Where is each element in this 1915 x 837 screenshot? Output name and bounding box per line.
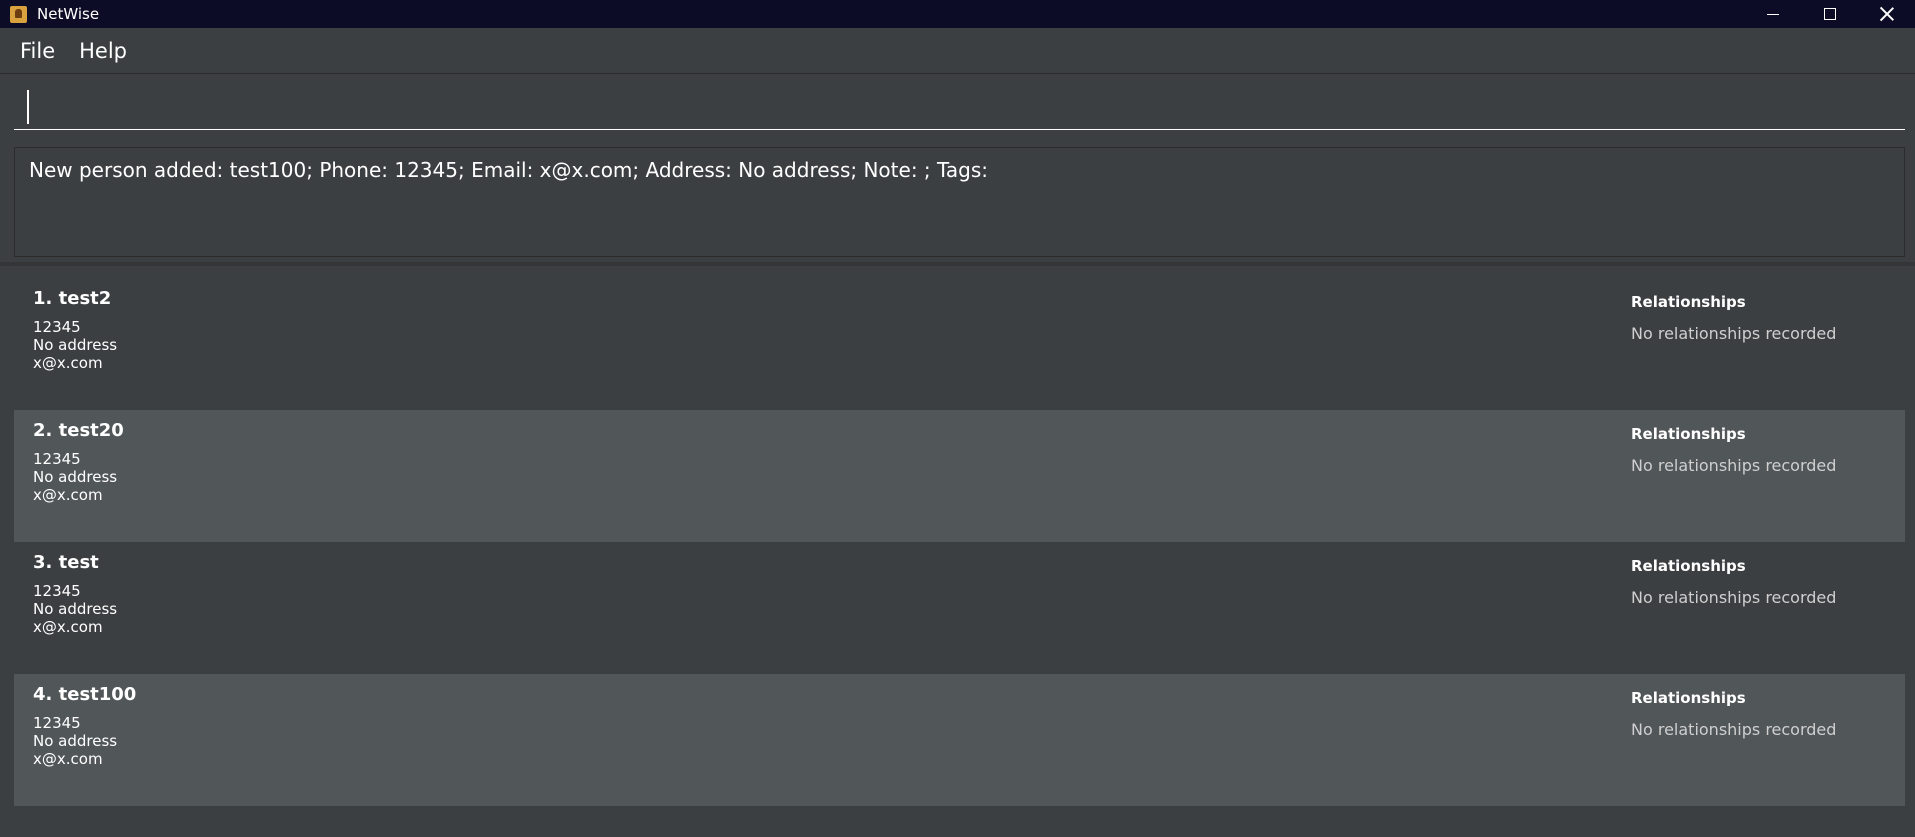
person-phone: 12345 bbox=[33, 450, 81, 468]
relationships-title: Relationships bbox=[1631, 293, 1746, 311]
relationships-text: No relationships recorded bbox=[1631, 720, 1837, 739]
relationships-text: No relationships recorded bbox=[1631, 588, 1837, 607]
command-input[interactable] bbox=[14, 86, 1905, 130]
divider bbox=[0, 262, 1915, 266]
command-box-area bbox=[0, 74, 1915, 142]
relationships-text: No relationships recorded bbox=[1631, 456, 1837, 475]
person-list[interactable]: 1. test2 12345 No address x@x.com Relati… bbox=[14, 278, 1905, 808]
minimize-icon bbox=[1766, 13, 1779, 15]
close-icon bbox=[1880, 7, 1894, 21]
close-button[interactable] bbox=[1858, 0, 1915, 28]
person-email: x@x.com bbox=[33, 354, 103, 372]
maximize-icon bbox=[1823, 8, 1836, 20]
person-card[interactable]: 4. test100 12345 No address x@x.com Rela… bbox=[14, 674, 1905, 806]
result-text: New person added: test100; Phone: 12345;… bbox=[29, 158, 989, 182]
menu-help[interactable]: Help bbox=[67, 33, 139, 69]
relationships-text: No relationships recorded bbox=[1631, 324, 1837, 343]
person-card[interactable]: 1. test2 12345 No address x@x.com Relati… bbox=[14, 278, 1905, 410]
maximize-button[interactable] bbox=[1801, 0, 1858, 28]
relationships-title: Relationships bbox=[1631, 557, 1746, 575]
person-name: 2. test20 bbox=[33, 420, 124, 441]
title-bar: NetWise bbox=[0, 0, 1915, 28]
text-caret bbox=[27, 90, 29, 124]
person-card[interactable]: 2. test20 12345 No address x@x.com Relat… bbox=[14, 410, 1905, 542]
person-email: x@x.com bbox=[33, 618, 103, 636]
window-title: NetWise bbox=[37, 5, 100, 23]
person-address: No address bbox=[33, 336, 118, 354]
relationships-title: Relationships bbox=[1631, 425, 1746, 443]
person-card[interactable]: 3. test 12345 No address x@x.com Relatio… bbox=[14, 542, 1905, 674]
person-name: 1. test2 bbox=[33, 288, 112, 309]
person-address: No address bbox=[33, 468, 118, 486]
person-address: No address bbox=[33, 732, 118, 750]
menu-file[interactable]: File bbox=[8, 33, 67, 69]
window-controls bbox=[1744, 0, 1915, 28]
person-address: No address bbox=[33, 600, 118, 618]
menu-bar: File Help bbox=[0, 28, 1915, 74]
person-name: 4. test100 bbox=[33, 684, 137, 705]
minimize-button[interactable] bbox=[1744, 0, 1801, 28]
person-email: x@x.com bbox=[33, 486, 103, 504]
person-name: 3. test bbox=[33, 552, 99, 573]
person-phone: 12345 bbox=[33, 582, 81, 600]
person-email: x@x.com bbox=[33, 750, 103, 768]
app-icon bbox=[10, 5, 27, 23]
result-display: New person added: test100; Phone: 12345;… bbox=[14, 147, 1905, 257]
person-phone: 12345 bbox=[33, 318, 81, 336]
person-phone: 12345 bbox=[33, 714, 81, 732]
relationships-title: Relationships bbox=[1631, 689, 1746, 707]
